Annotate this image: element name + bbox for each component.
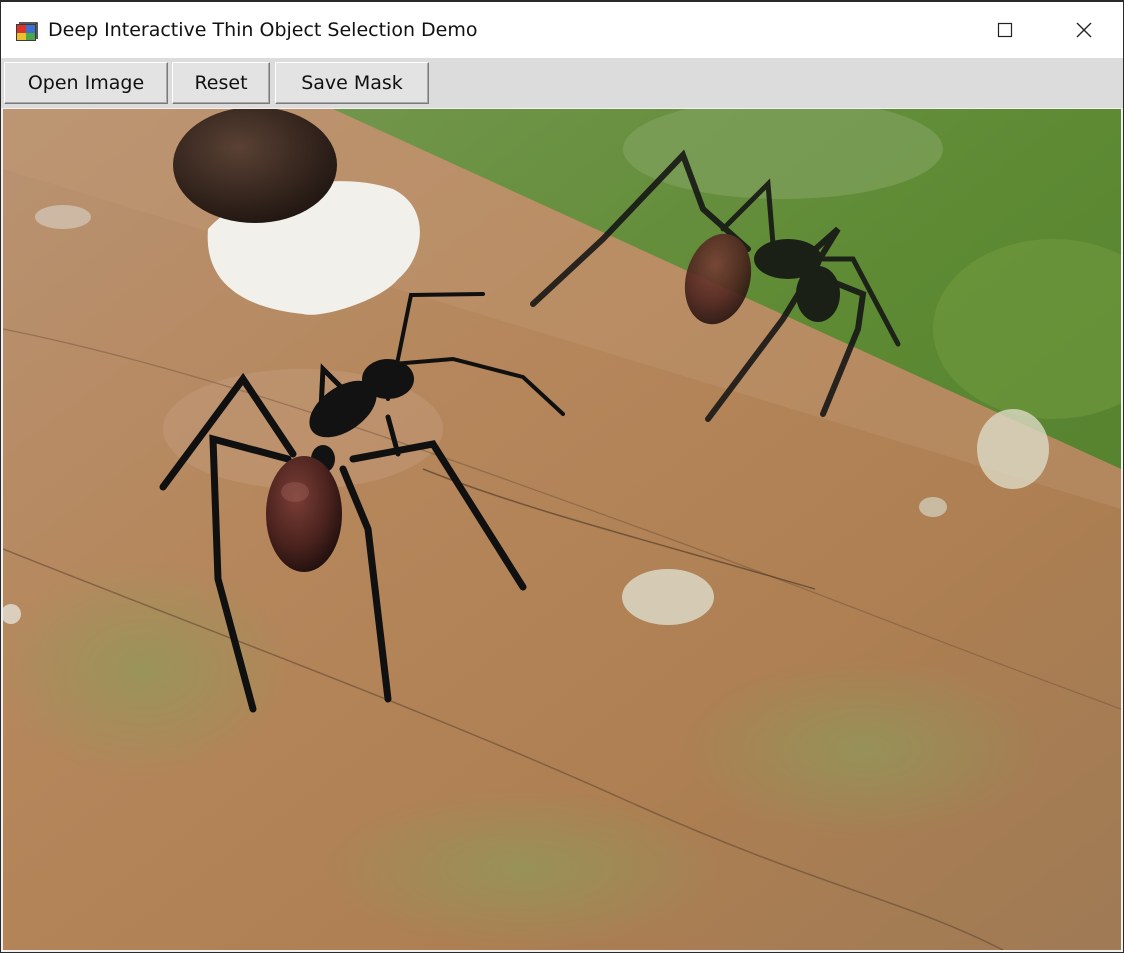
close-button[interactable] — [1045, 2, 1123, 58]
ant-photo — [3, 109, 1121, 950]
save-mask-button[interactable]: Save Mask — [275, 62, 429, 104]
minimize-button[interactable] — [887, 2, 965, 58]
image-canvas[interactable] — [3, 109, 1121, 950]
minimize-icon — [920, 29, 932, 31]
toolbar: Open Image Reset Save Mask — [1, 58, 1123, 108]
maximize-icon — [997, 22, 1013, 38]
app-icon — [15, 21, 39, 43]
reset-button[interactable]: Reset — [172, 62, 270, 104]
maximize-button[interactable] — [966, 2, 1044, 58]
app-window: Deep Interactive Thin Object Selection D… — [0, 0, 1124, 953]
close-icon — [1076, 22, 1092, 38]
open-image-button[interactable]: Open Image — [4, 62, 168, 104]
window-title: Deep Interactive Thin Object Selection D… — [48, 19, 478, 41]
title-bar[interactable]: Deep Interactive Thin Object Selection D… — [1, 2, 1123, 58]
